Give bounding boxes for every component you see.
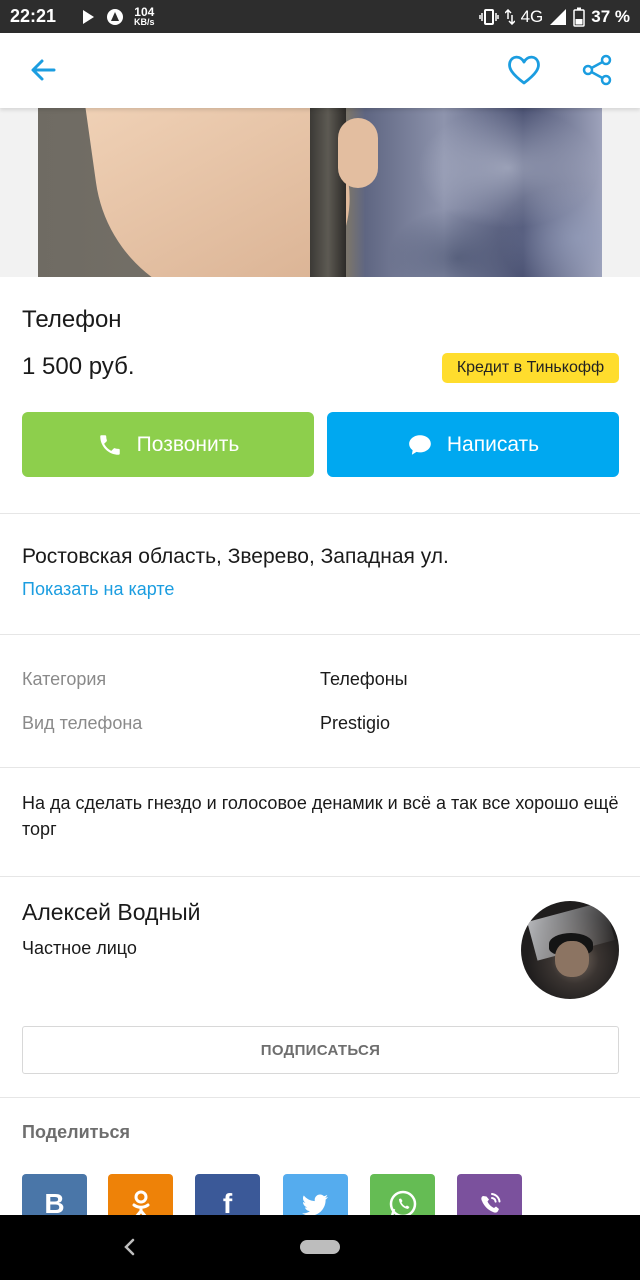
divider bbox=[0, 1097, 640, 1098]
divider bbox=[0, 634, 640, 635]
photo-finger-shape bbox=[338, 118, 378, 188]
listing-address: Ростовская область, Зверево, Западная ул… bbox=[22, 545, 449, 568]
divider bbox=[0, 876, 640, 877]
avatar[interactable] bbox=[521, 901, 619, 999]
share-icon[interactable] bbox=[580, 53, 614, 87]
show-on-map-link[interactable]: Показать на карте bbox=[22, 579, 174, 600]
phone-icon bbox=[99, 434, 120, 455]
data-arrows-icon bbox=[504, 8, 515, 25]
call-button-label: Позвонить bbox=[136, 432, 240, 456]
battery-icon bbox=[573, 7, 585, 27]
chat-bubble-icon bbox=[409, 434, 431, 455]
subscribe-button[interactable]: ПОДПИСАТЬСЯ bbox=[22, 1026, 619, 1074]
seller-type: Частное лицо bbox=[22, 938, 137, 958]
param-label-phone-type: Вид телефона bbox=[22, 713, 143, 733]
call-button[interactable]: Позвонить bbox=[22, 412, 314, 477]
play-icon bbox=[83, 9, 95, 24]
param-value-category: Телефоны bbox=[320, 669, 408, 689]
battery-percent: 37 % bbox=[591, 6, 630, 26]
listing-price: 1 500 руб. bbox=[22, 353, 135, 380]
write-button-label: Написать bbox=[446, 432, 540, 456]
network-type: 4G bbox=[520, 6, 544, 26]
photo-gallery[interactable] bbox=[0, 108, 640, 277]
app-notification-icon bbox=[107, 8, 124, 25]
credit-badge[interactable]: Кредит в Тинькофф bbox=[442, 353, 619, 383]
arrow-left-icon[interactable] bbox=[26, 53, 60, 87]
seller-name[interactable]: Алексей Водный bbox=[22, 899, 201, 926]
write-button[interactable]: Написать bbox=[327, 412, 619, 477]
speed-unit: KB/s bbox=[134, 17, 155, 27]
divider bbox=[0, 767, 640, 768]
param-value-phone-type: Prestigio bbox=[320, 713, 391, 733]
signal-icon bbox=[550, 8, 567, 25]
status-bar: 22:21 104 KB/s 4G 37 % bbox=[0, 0, 640, 33]
heart-icon[interactable] bbox=[506, 53, 542, 87]
nav-home-pill[interactable] bbox=[300, 1240, 340, 1254]
param-label-category: Категория bbox=[22, 669, 107, 689]
app-toolbar bbox=[0, 33, 640, 108]
listing-title: Телефон bbox=[22, 306, 122, 333]
share-title: Поделиться bbox=[22, 1122, 131, 1142]
status-time: 22:21 bbox=[10, 6, 57, 26]
nav-back-icon[interactable] bbox=[120, 1235, 140, 1259]
avatar-shape bbox=[555, 941, 589, 977]
listing-photo[interactable] bbox=[38, 108, 602, 277]
listing-description: На да сделать гнездо и голосовое денамик… bbox=[22, 793, 619, 839]
divider bbox=[0, 513, 640, 514]
vibrate-icon bbox=[478, 8, 499, 25]
network-speed: 104 KB/s bbox=[134, 6, 155, 27]
